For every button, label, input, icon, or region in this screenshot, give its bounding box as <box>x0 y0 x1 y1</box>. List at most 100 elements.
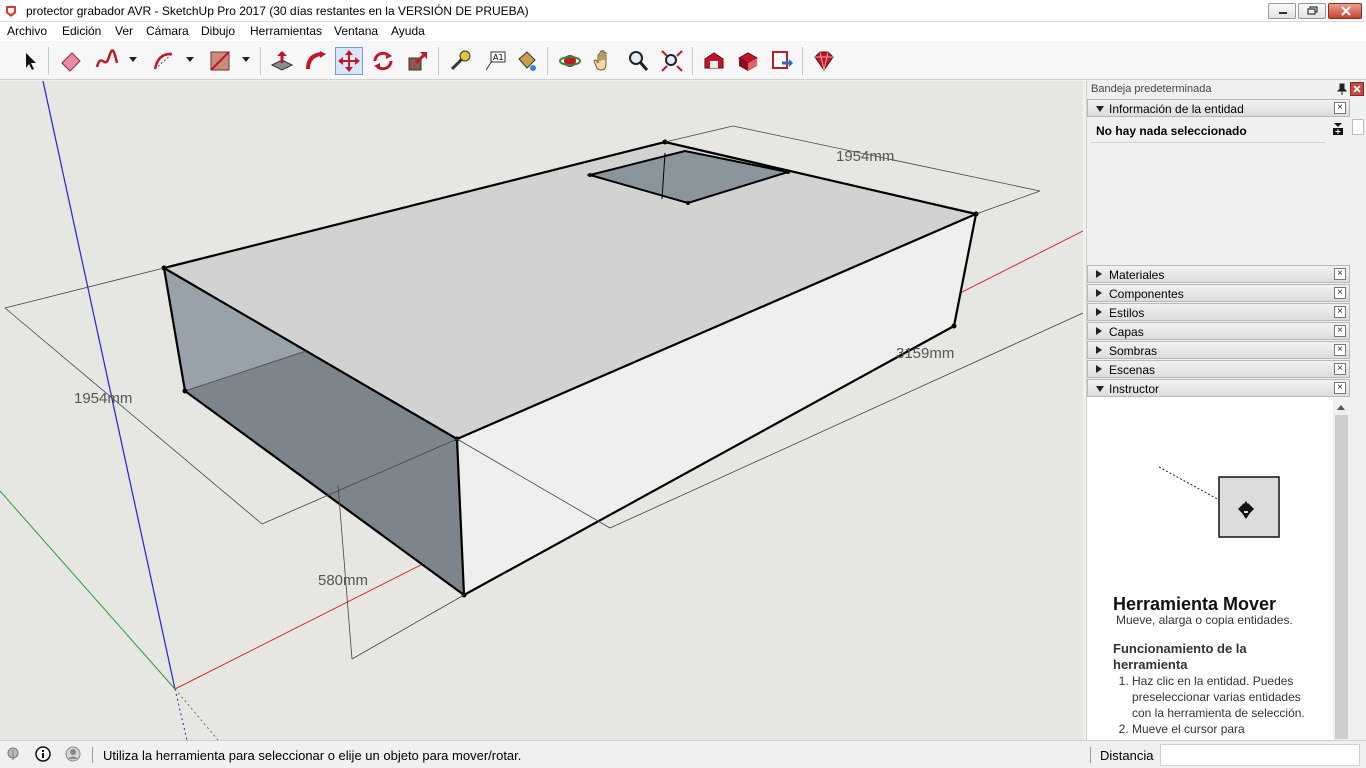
close-icon[interactable]: × <box>1334 268 1346 280</box>
tray-close-button[interactable] <box>1350 82 1364 96</box>
panel-label: Sombras <box>1109 344 1158 358</box>
minimize-button[interactable] <box>1268 3 1296 19</box>
close-icon[interactable]: × <box>1334 102 1346 114</box>
pin-icon[interactable] <box>1335 82 1349 96</box>
panel-entity-info-header[interactable]: Información de la entidad × <box>1087 99 1350 117</box>
rectangle-icon <box>210 51 230 71</box>
move-tool-button[interactable] <box>335 47 363 75</box>
chevron-down-icon[interactable] <box>128 54 138 64</box>
panel-label: Componentes <box>1109 287 1184 301</box>
menu-herramientas[interactable]: Herramientas <box>250 24 322 38</box>
menu-ver[interactable]: Ver <box>115 24 133 38</box>
follow-me-icon <box>306 51 326 70</box>
move-icon <box>338 50 360 72</box>
freehand-tool-button[interactable] <box>93 47 121 75</box>
panel-instructor-header[interactable]: Instructor × <box>1087 379 1350 397</box>
minimize-icon <box>1279 12 1287 14</box>
panel-label: Materiales <box>1109 268 1165 282</box>
eraser-icon <box>61 52 81 72</box>
panel-label: Estilos <box>1109 306 1145 320</box>
zoom-extents-tool-button[interactable] <box>658 47 686 75</box>
close-icon[interactable]: × <box>1334 287 1346 299</box>
close-icon[interactable]: × <box>1334 325 1346 337</box>
zoom-tool-button[interactable] <box>624 47 652 75</box>
panel-sombras-header[interactable]: Sombras × <box>1087 341 1350 359</box>
expand-icon <box>1096 308 1102 316</box>
pan-tool-button[interactable] <box>590 47 618 75</box>
instructor-tool-subtitle: Mueve, alarga o copia entidades. <box>1116 613 1293 627</box>
menu-ayuda[interactable]: Ayuda <box>391 24 425 38</box>
orbit-icon <box>559 55 581 67</box>
menu-edicion[interactable]: Edición <box>62 24 101 38</box>
chevron-down-icon[interactable] <box>241 54 251 64</box>
instructor-tool-title: Herramienta Mover <box>1113 594 1277 614</box>
text-icon: A1 <box>485 51 506 71</box>
svg-text:A1: A1 <box>493 53 504 62</box>
push-pull-tool-button[interactable] <box>268 47 296 75</box>
measurement-input[interactable] <box>1160 744 1360 766</box>
3d-warehouse-button[interactable] <box>700 47 728 75</box>
menu-ventana[interactable]: Ventana <box>334 24 378 38</box>
select-arrow-icon <box>26 53 36 70</box>
expand-icon <box>1096 270 1102 278</box>
geo-location-icon[interactable] <box>5 746 21 762</box>
panel-estilos-header[interactable]: Estilos × <box>1087 303 1350 321</box>
default-tray: Bandeja predeterminada Información de la… <box>1086 81 1366 740</box>
close-button[interactable] <box>1328 3 1362 19</box>
chevron-up-icon[interactable] <box>1333 400 1350 414</box>
select-tool-button[interactable] <box>16 47 44 75</box>
follow-me-tool-button[interactable] <box>302 47 330 75</box>
chevron-down-icon[interactable] <box>185 54 195 64</box>
eraser-tool-button[interactable] <box>57 47 85 75</box>
instructor-scrollbar[interactable] <box>1333 397 1350 740</box>
move-tool-illustration <box>1158 466 1280 538</box>
panel-componentes-header[interactable]: Componentes × <box>1087 284 1350 302</box>
close-icon[interactable]: × <box>1334 306 1346 318</box>
extension-warehouse-icon <box>814 51 834 71</box>
paint-bucket-tool-button[interactable] <box>513 47 541 75</box>
expand-icon <box>1096 327 1102 335</box>
instructor-section-title: Funcionamiento de la herramienta <box>1113 641 1247 672</box>
restore-button[interactable] <box>1298 3 1326 19</box>
rotate-tool-button[interactable] <box>369 47 397 75</box>
scroll-thumb[interactable] <box>1335 415 1348 739</box>
rotate-icon <box>373 51 393 71</box>
scroll-thumb[interactable] <box>1352 119 1364 135</box>
toggle-details-icon[interactable] <box>1332 122 1344 136</box>
info-icon[interactable] <box>35 746 51 762</box>
text-tool-button[interactable]: A1 <box>481 47 509 75</box>
close-icon[interactable]: × <box>1334 382 1346 394</box>
dimension-length: 3159mm <box>896 345 954 362</box>
entity-info-empty: No hay nada seleccionado <box>1096 124 1247 138</box>
warehouse-icon <box>704 52 724 69</box>
components-button[interactable] <box>734 47 762 75</box>
scale-tool-button[interactable] <box>404 47 432 75</box>
tape-measure-icon <box>450 50 471 71</box>
user-icon[interactable] <box>65 746 81 762</box>
share-model-button[interactable] <box>768 47 796 75</box>
measurement-label: Distancia <box>1100 748 1154 763</box>
close-icon[interactable]: × <box>1334 363 1346 375</box>
arc-tool-button[interactable] <box>150 47 178 75</box>
rectangle-tool-button[interactable] <box>206 47 234 75</box>
panel-escenas-header[interactable]: Escenas × <box>1087 360 1350 378</box>
tape-measure-tool-button[interactable] <box>446 47 474 75</box>
panel-capas-header[interactable]: Capas × <box>1087 322 1350 340</box>
menu-archivo[interactable]: Archivo <box>7 24 47 38</box>
menu-dibujo[interactable]: Dibujo <box>201 24 235 38</box>
modeling-viewport[interactable]: 1954mm 1954mm 3159mm 580mm <box>0 81 1083 740</box>
menu-camara[interactable]: Cámara <box>146 24 189 38</box>
title-bar: protector grabador AVR - SketchUp Pro 20… <box>0 0 1366 22</box>
close-icon[interactable]: × <box>1334 344 1346 356</box>
panel-materiales-header[interactable]: Materiales × <box>1087 265 1350 283</box>
status-message: Utiliza la herramienta para seleccionar … <box>103 748 522 763</box>
instructor-steps: Haz clic en la entidad. Puedes preselecc… <box>1132 673 1317 737</box>
dimension-top-width: 1954mm <box>836 148 894 165</box>
tray-scrollbar[interactable] <box>1350 117 1366 740</box>
scale-icon <box>408 51 428 71</box>
orbit-tool-button[interactable] <box>556 47 584 75</box>
entity-info-body: No hay nada seleccionado <box>1087 117 1350 265</box>
extension-warehouse-button[interactable] <box>810 47 838 75</box>
expand-icon <box>1096 289 1102 297</box>
close-icon <box>1353 85 1361 93</box>
